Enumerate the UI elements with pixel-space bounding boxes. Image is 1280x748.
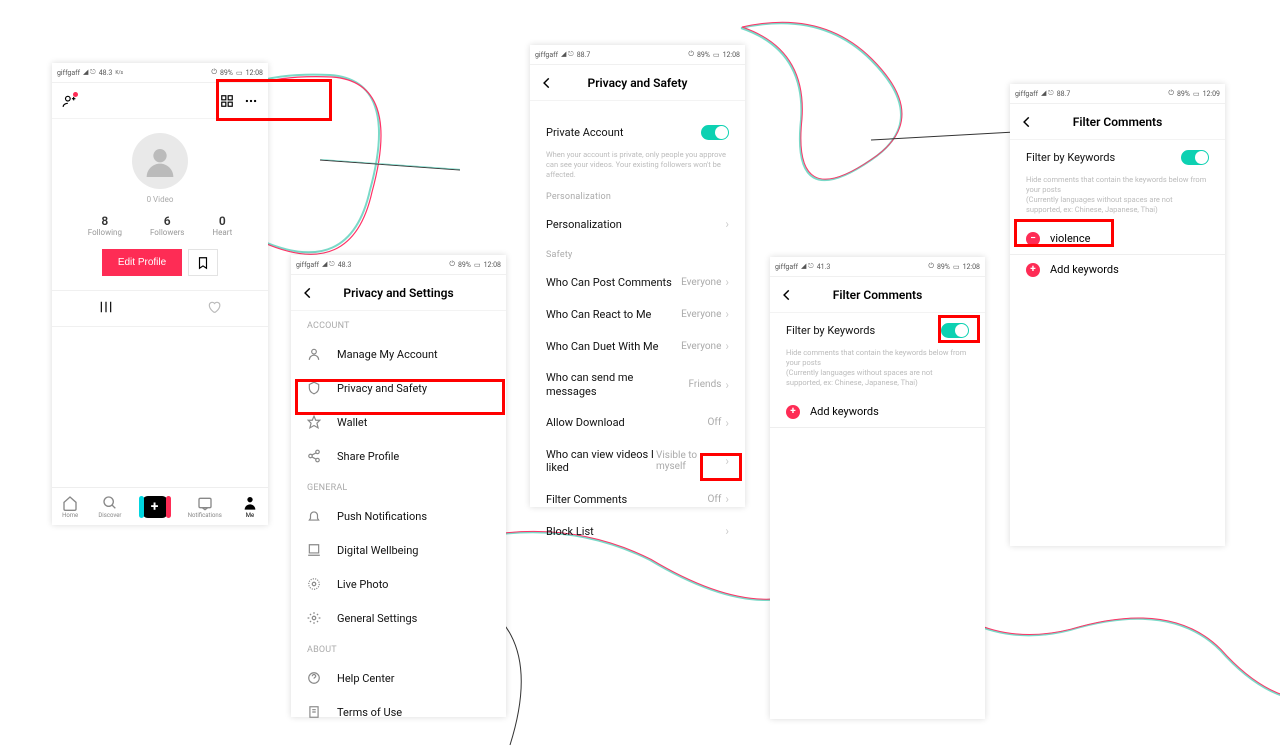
- stats-row: 8Following 6Followers 0Heart: [52, 214, 268, 237]
- row-push[interactable]: Push Notifications: [291, 499, 506, 533]
- row-who-message[interactable]: Who can send me messagesFriends›: [530, 362, 745, 406]
- status-bar: giffgaff◢ ⎋88.7 ⏻89%▭12:08: [530, 45, 745, 65]
- profile-tabs: [52, 290, 268, 327]
- screen-privacy-safety: giffgaff◢ ⎋88.7 ⏻89%▭12:08 Privacy and S…: [530, 45, 745, 507]
- add-keywords-row[interactable]: +Add keywords: [770, 397, 985, 428]
- edit-profile-button[interactable]: Edit Profile: [102, 249, 182, 276]
- screen-filter-comments-1: giffgaff◢ ⎋41.3 ⏻89%▭12:08 Filter Commen…: [770, 257, 985, 719]
- add-friend-icon[interactable]: [62, 94, 76, 108]
- filter-subtext: Hide comments that contain the keywords …: [1010, 175, 1225, 224]
- row-wallet[interactable]: Wallet: [291, 405, 506, 439]
- back-icon[interactable]: [301, 286, 315, 300]
- row-filter-keywords[interactable]: Filter by Keywords: [1010, 140, 1225, 175]
- toggle-filter-keywords[interactable]: [941, 323, 969, 338]
- page-title: Filter Comments: [770, 288, 985, 302]
- row-allow-download[interactable]: Allow DownloadOff›: [530, 407, 745, 439]
- back-icon[interactable]: [1020, 115, 1034, 129]
- screen-settings: giffgaff◢ ⎋48.3 ⏻89%▭12:08 Privacy and S…: [291, 255, 506, 717]
- bottom-nav: Home Discover + Notifications Me: [52, 487, 268, 525]
- toggle-private[interactable]: [701, 125, 729, 140]
- filter-subtext: Hide comments that contain the keywords …: [770, 348, 985, 397]
- nav-notifications[interactable]: Notifications: [188, 495, 222, 519]
- row-manage-account[interactable]: Manage My Account: [291, 337, 506, 371]
- back-icon[interactable]: [780, 288, 794, 302]
- tab-grid[interactable]: [52, 291, 160, 326]
- row-personalization[interactable]: Personalization›: [530, 208, 745, 240]
- profile-topbar: [52, 83, 268, 119]
- private-subtext: When your account is private, only peopl…: [530, 150, 745, 188]
- status-bar: giffgaff◢ ⎋41.3 ⏻89%▭12:08: [770, 257, 985, 277]
- status-bar: giffgaff◢ ⎋48.3K/s ⏻89%▭12:08: [52, 63, 268, 83]
- row-share-profile[interactable]: Share Profile: [291, 439, 506, 473]
- time-label: 12:08: [246, 69, 263, 77]
- nav-me[interactable]: Me: [242, 495, 258, 519]
- page-title: Privacy and Settings: [291, 286, 506, 300]
- filter-topbar: Filter Comments: [770, 277, 985, 313]
- stat-followers[interactable]: 6Followers: [150, 214, 184, 237]
- nav-home[interactable]: Home: [62, 495, 78, 519]
- section-personalization: Personalization: [530, 188, 745, 208]
- section-general: GENERAL: [291, 473, 506, 499]
- row-filter-keywords[interactable]: Filter by Keywords: [770, 313, 985, 348]
- video-count: 0 Video: [52, 195, 268, 204]
- stat-following[interactable]: 8Following: [88, 214, 122, 237]
- avatar[interactable]: [132, 133, 188, 189]
- page-title: Filter Comments: [1010, 115, 1225, 129]
- row-who-duet[interactable]: Who Can Duet With MeEveryone›: [530, 330, 745, 362]
- section-account: ACCOUNT: [291, 311, 506, 337]
- row-privacy-safety[interactable]: Privacy and Safety: [291, 371, 506, 405]
- profile-body: 0 Video 8Following 6Followers 0Heart Edi…: [52, 133, 268, 327]
- row-wellbeing[interactable]: Digital Wellbeing: [291, 533, 506, 567]
- plus-icon: +: [786, 405, 800, 419]
- back-icon[interactable]: [540, 76, 554, 90]
- row-filter-comments[interactable]: Filter CommentsOff›: [530, 483, 745, 515]
- privacy-list: Private Account When your account is pri…: [530, 101, 745, 547]
- row-blocklist[interactable]: Block List›: [530, 515, 745, 547]
- row-general-settings[interactable]: General Settings: [291, 601, 506, 635]
- keyword-violence[interactable]: −violence: [1010, 224, 1225, 255]
- toggle-filter-keywords[interactable]: [1181, 150, 1209, 165]
- section-about: ABOUT: [291, 635, 506, 661]
- row-help[interactable]: Help Center: [291, 661, 506, 695]
- battery-label: 89%: [220, 69, 233, 77]
- qr-icon[interactable]: [220, 94, 234, 108]
- settings-topbar: Privacy and Settings: [291, 275, 506, 311]
- privacy-topbar: Privacy and Safety: [530, 65, 745, 101]
- more-icon[interactable]: [244, 94, 258, 108]
- minus-icon: −: [1026, 232, 1040, 246]
- row-who-react[interactable]: Who Can React to MeEveryone›: [530, 298, 745, 330]
- filter-body: Filter by Keywords Hide comments that co…: [1010, 140, 1225, 285]
- screen-filter-comments-2: giffgaff◢ ⎋88.7 ⏻89%▭12:09 Filter Commen…: [1010, 84, 1225, 546]
- tab-liked[interactable]: [160, 291, 268, 326]
- filter-body: Filter by Keywords Hide comments that co…: [770, 313, 985, 428]
- row-who-view-liked[interactable]: Who can view videos I likedVisible to my…: [530, 439, 745, 483]
- row-livephoto[interactable]: Live Photo: [291, 567, 506, 601]
- settings-list: ACCOUNT Manage My Account Privacy and Sa…: [291, 311, 506, 729]
- plus-icon: +: [1026, 263, 1040, 277]
- nav-add[interactable]: +: [142, 496, 168, 518]
- section-safety: Safety: [530, 240, 745, 266]
- status-bar: giffgaff◢ ⎋88.7 ⏻89%▭12:09: [1010, 84, 1225, 104]
- row-who-comment[interactable]: Who Can Post CommentsEveryone›: [530, 266, 745, 298]
- filter-topbar: Filter Comments: [1010, 104, 1225, 140]
- page-title: Privacy and Safety: [530, 76, 745, 90]
- stat-heart[interactable]: 0Heart: [212, 214, 232, 237]
- carrier-label: giffgaff: [57, 69, 80, 77]
- nav-discover[interactable]: Discover: [98, 495, 121, 519]
- row-terms[interactable]: Terms of Use: [291, 695, 506, 729]
- screen-profile: giffgaff◢ ⎋48.3K/s ⏻89%▭12:08 0 Video 8F…: [52, 63, 268, 525]
- add-keywords-row[interactable]: +Add keywords: [1010, 255, 1225, 285]
- status-bar: giffgaff◢ ⎋48.3 ⏻89%▭12:08: [291, 255, 506, 275]
- bookmark-button[interactable]: [188, 249, 218, 276]
- row-private-account[interactable]: Private Account: [530, 115, 745, 150]
